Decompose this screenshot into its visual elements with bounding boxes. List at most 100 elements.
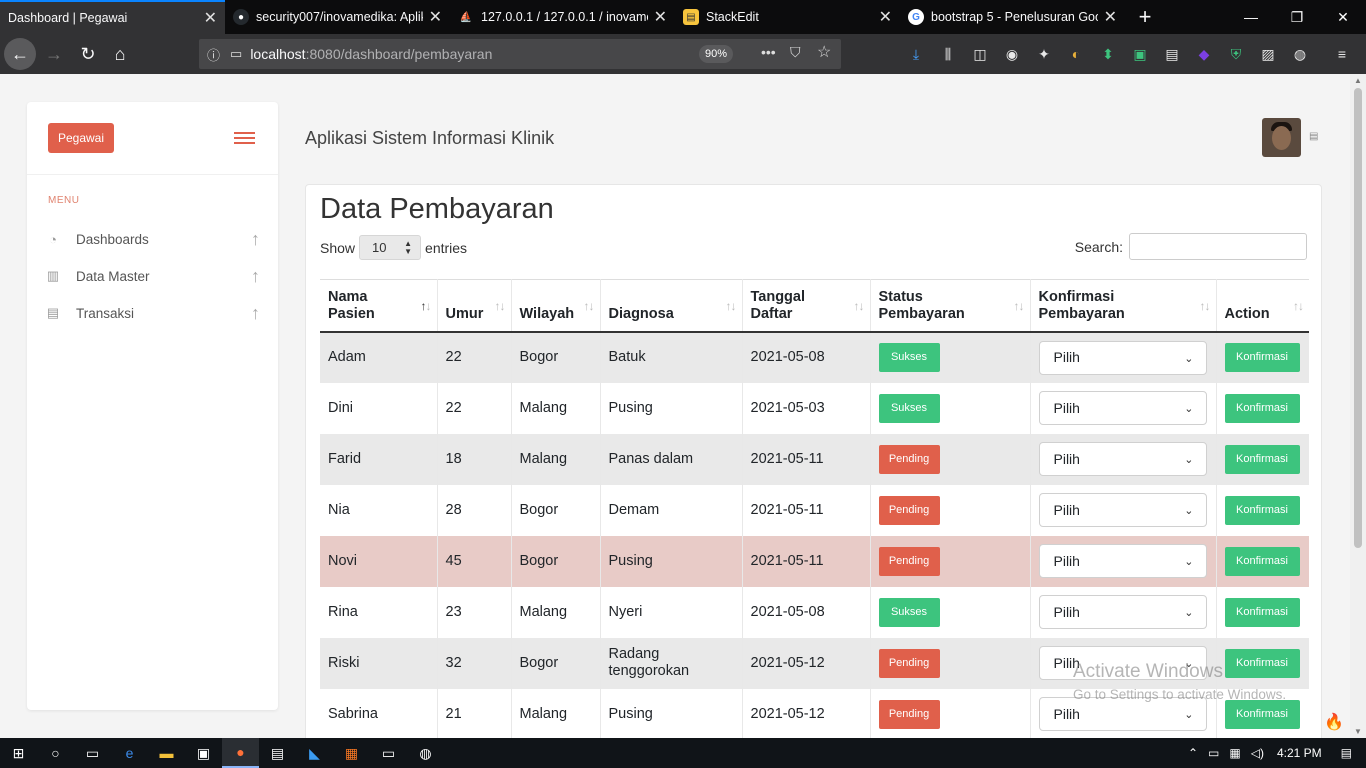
close-tab-icon[interactable]: ✕ bbox=[879, 7, 892, 27]
close-tab-icon[interactable]: ✕ bbox=[204, 8, 217, 28]
column-header[interactable]: Action ↑↓ bbox=[1216, 279, 1309, 333]
column-header[interactable]: Status Pembayaran ↑↓ bbox=[870, 279, 1031, 333]
column-header[interactable]: Konfirmasi Pembayaran ↑↓ bbox=[1030, 279, 1217, 333]
terminal-icon[interactable]: ▭ bbox=[370, 738, 407, 768]
home-icon[interactable]: ⌂ bbox=[104, 38, 136, 70]
close-tab-icon[interactable]: ✕ bbox=[429, 7, 442, 27]
library-icon[interactable]: ⫼ bbox=[937, 43, 959, 65]
globe-icon[interactable]: ◍ bbox=[1289, 43, 1311, 65]
file-explorer-icon[interactable]: ▬ bbox=[148, 738, 185, 768]
confirm-button[interactable]: Konfirmasi bbox=[1224, 444, 1300, 474]
confirmation-select[interactable]: Pilih ⌄ bbox=[1038, 646, 1207, 680]
minimize-icon[interactable]: — bbox=[1228, 0, 1274, 34]
sidebar-item-label: Dashboards bbox=[76, 231, 149, 247]
account-icon[interactable]: ◉ bbox=[1001, 43, 1023, 65]
column-header[interactable]: Diagnosa ↑↓ bbox=[600, 279, 743, 333]
extension-icon[interactable]: ◐ bbox=[1065, 43, 1087, 65]
cell-diagnosa: Radang tenggorokan bbox=[600, 637, 743, 689]
column-header[interactable]: Umur ↑↓ bbox=[437, 279, 512, 333]
flame-icon[interactable]: 🔥 bbox=[1324, 712, 1344, 732]
user-menu-icon[interactable]: ▤ bbox=[1309, 131, 1318, 142]
pocket-icon[interactable]: ⛉ bbox=[790, 44, 801, 61]
browser-tab[interactable]: G bootstrap 5 - Penelusuran Goog ✕ bbox=[900, 0, 1125, 34]
extension-icon[interactable]: ◆ bbox=[1193, 43, 1215, 65]
url-text[interactable]: localhost:8080/dashboard/pembayaran bbox=[250, 46, 492, 62]
menu-icon[interactable]: ≡ bbox=[1331, 43, 1353, 65]
hamburger-icon[interactable] bbox=[234, 132, 255, 145]
column-header[interactable]: Nama Pasien ↑↓ bbox=[320, 279, 438, 333]
table-row: Riski 32 Bogor Radang tenggorokan 2021-0… bbox=[320, 637, 1309, 689]
column-header[interactable]: Tanggal Daftar ↑↓ bbox=[742, 279, 871, 333]
sidebar-item-data-master[interactable]: ▥ Data Master ↑ bbox=[45, 263, 260, 289]
close-window-icon[interactable]: ✕ bbox=[1320, 0, 1366, 34]
confirmation-select[interactable]: Pilih ⌄ bbox=[1038, 595, 1207, 629]
confirm-button[interactable]: Konfirmasi bbox=[1224, 546, 1300, 576]
vscode-icon[interactable]: ◣ bbox=[296, 738, 333, 768]
extension-icon[interactable]: ✦ bbox=[1033, 43, 1055, 65]
confirmation-select[interactable]: Pilih ⌄ bbox=[1038, 493, 1207, 527]
search-input[interactable] bbox=[1129, 233, 1307, 260]
close-tab-icon[interactable]: ✕ bbox=[1104, 7, 1117, 27]
entries-select[interactable]: 10 ▲ ▼ bbox=[359, 235, 422, 260]
extension-icon[interactable]: ▨ bbox=[1257, 43, 1279, 65]
network-icon[interactable]: ▦ bbox=[1229, 746, 1240, 760]
back-icon[interactable]: ← bbox=[4, 38, 36, 70]
firefox-icon[interactable]: ● bbox=[222, 738, 259, 768]
forward-icon[interactable]: → bbox=[38, 38, 70, 70]
sidebar-icon[interactable]: ◫ bbox=[969, 43, 991, 65]
browser-tab[interactable]: Dashboard | Pegawai ✕ bbox=[0, 0, 225, 34]
url-bar[interactable]: ⓘ ▭ localhost:8080/dashboard/pembayaran … bbox=[199, 39, 841, 69]
scroll-up-icon[interactable]: ▲ bbox=[1350, 76, 1366, 85]
confirm-button[interactable]: Konfirmasi bbox=[1224, 393, 1300, 423]
restore-icon[interactable]: ❐ bbox=[1274, 0, 1320, 34]
browser-tab[interactable]: ● security007/inovamedika: Aplik ✕ bbox=[225, 0, 450, 34]
cell-umur: 18 bbox=[437, 433, 512, 485]
extension-icon[interactable]: ▤ bbox=[1161, 43, 1183, 65]
confirm-button[interactable]: Konfirmasi bbox=[1224, 495, 1300, 525]
reload-icon[interactable]: ↻ bbox=[72, 38, 104, 70]
extension-icon[interactable]: ▣ bbox=[1129, 43, 1151, 65]
search-icon[interactable]: ○ bbox=[37, 738, 74, 768]
scrollbar-thumb[interactable] bbox=[1354, 88, 1362, 548]
confirmation-select[interactable]: Pilih ⌄ bbox=[1038, 697, 1207, 731]
battery-icon[interactable]: ▭ bbox=[1208, 746, 1219, 760]
cell-status: Pending bbox=[870, 433, 1031, 485]
app-icon[interactable]: ◍ bbox=[407, 738, 444, 768]
avatar[interactable] bbox=[1262, 118, 1301, 157]
browser-tab[interactable]: ⛵ 127.0.0.1 / 127.0.0.1 / inovamed ✕ bbox=[450, 0, 675, 34]
store-icon[interactable]: ▣ bbox=[185, 738, 222, 768]
edge-icon[interactable]: e bbox=[111, 738, 148, 768]
zoom-indicator[interactable]: 90% bbox=[699, 45, 733, 63]
confirmation-select[interactable]: Pilih ⌄ bbox=[1038, 544, 1207, 578]
more-icon[interactable]: ••• bbox=[761, 44, 776, 60]
notification-icon[interactable]: ▤ bbox=[1341, 746, 1352, 760]
brand-button[interactable]: Pegawai bbox=[48, 123, 114, 153]
shield-icon[interactable]: ⛨ bbox=[1225, 43, 1247, 65]
confirmation-select[interactable]: Pilih ⌄ bbox=[1038, 442, 1207, 476]
confirmation-select[interactable]: Pilih ⌄ bbox=[1038, 340, 1207, 375]
confirm-button[interactable]: Konfirmasi bbox=[1224, 343, 1300, 372]
confirm-button[interactable]: Konfirmasi bbox=[1224, 699, 1300, 729]
extension-icon[interactable]: ⬍ bbox=[1097, 43, 1119, 65]
scroll-down-icon[interactable]: ▼ bbox=[1350, 727, 1366, 736]
chevron-up-icon[interactable]: ⌃ bbox=[1188, 746, 1198, 760]
confirm-button[interactable]: Konfirmasi bbox=[1224, 597, 1300, 627]
close-tab-icon[interactable]: ✕ bbox=[654, 7, 667, 27]
download-icon[interactable]: ⤓ bbox=[905, 43, 927, 65]
bookmark-star-icon[interactable]: ☆ bbox=[817, 42, 831, 62]
page-scrollbar[interactable]: ▲ ▼ bbox=[1350, 74, 1366, 738]
windows-start-icon[interactable]: ⊞ bbox=[0, 738, 37, 768]
confirm-button[interactable]: Konfirmasi bbox=[1224, 648, 1300, 678]
task-view-icon[interactable]: ▭ bbox=[74, 738, 111, 768]
sidebar-item-transaksi[interactable]: ▤ Transaksi ↑ bbox=[45, 300, 260, 326]
browser-tab[interactable]: ▤ StackEdit ✕ bbox=[675, 0, 900, 34]
clock[interactable]: 4:21 PM bbox=[1277, 746, 1322, 760]
confirmation-select[interactable]: Pilih ⌄ bbox=[1038, 391, 1207, 425]
sidebar-item-dashboards[interactable]: ◔ Dashboards ↑ bbox=[45, 226, 260, 252]
new-tab-icon[interactable]: + bbox=[1125, 4, 1165, 30]
volume-icon[interactable]: ◁) bbox=[1251, 746, 1264, 760]
app-icon[interactable]: ▤ bbox=[259, 738, 296, 768]
column-header[interactable]: Wilayah ↑↓ bbox=[511, 279, 601, 333]
info-icon[interactable]: ⓘ bbox=[207, 45, 220, 64]
xampp-icon[interactable]: ▦ bbox=[333, 738, 370, 768]
